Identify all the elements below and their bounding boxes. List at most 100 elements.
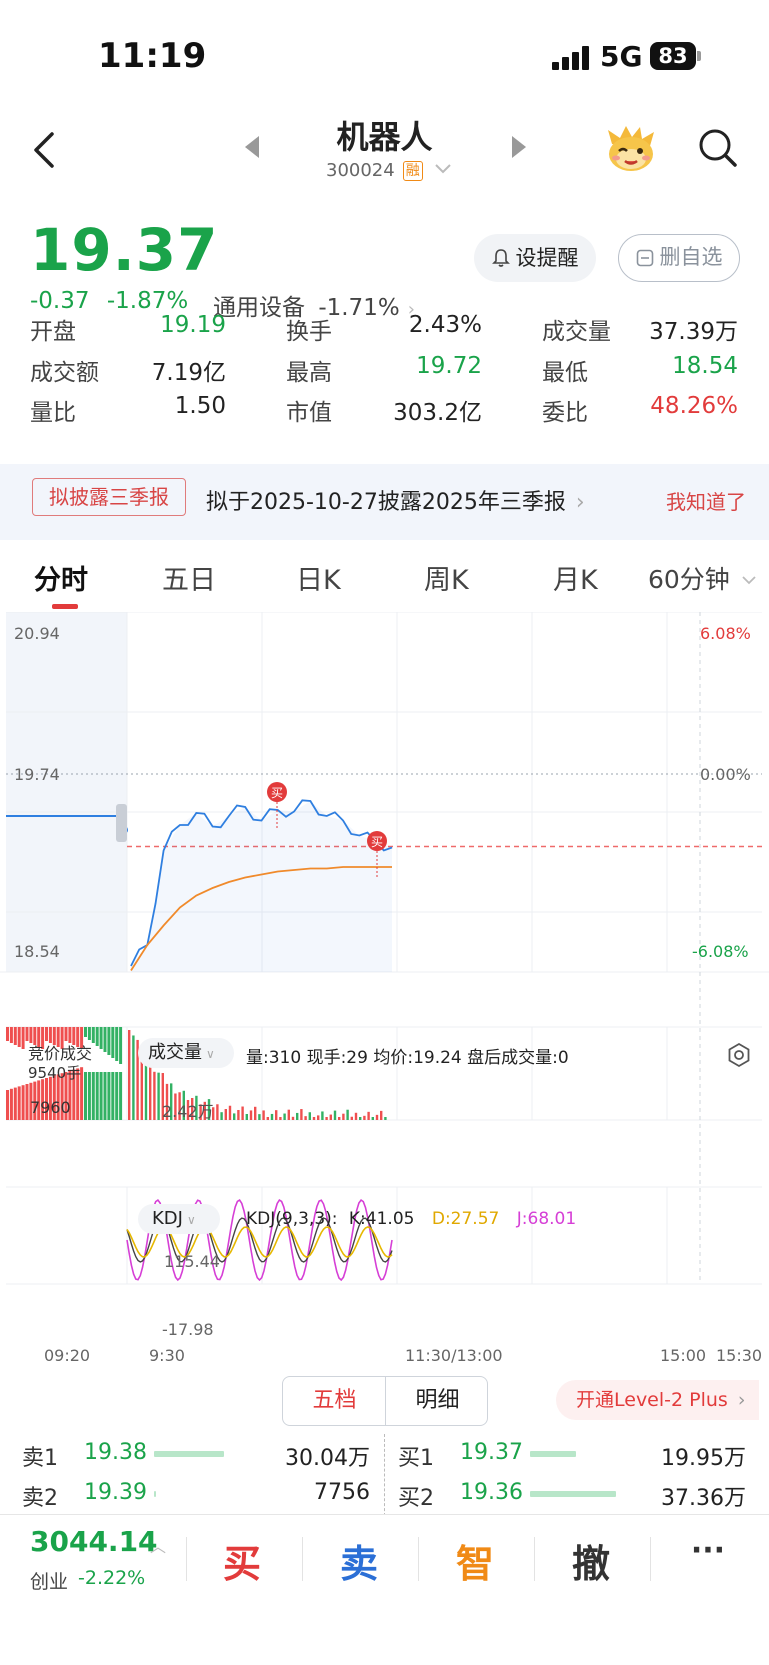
volume-bar bbox=[249, 1110, 253, 1120]
volume-bar bbox=[312, 1117, 316, 1120]
earnings-notice[interactable]: 拟披露三季报 拟于2025-10-27披露2025年三季报 › 我知道了 bbox=[0, 464, 769, 540]
tab-trade-details[interactable]: 明细 bbox=[386, 1377, 489, 1425]
cancel-order-button[interactable]: 撤 bbox=[541, 1533, 641, 1588]
search-icon[interactable] bbox=[698, 128, 738, 168]
auction-bar-up bbox=[6, 1027, 9, 1041]
buy-level-bar bbox=[530, 1491, 616, 1497]
volume-bar bbox=[333, 1110, 337, 1120]
auction-bar-up bbox=[13, 1087, 17, 1120]
volume-bar bbox=[359, 1117, 362, 1120]
stat-value: 19.19 bbox=[160, 312, 226, 338]
tab-weekly-k[interactable]: 周K bbox=[424, 558, 469, 597]
tab-daily-k[interactable]: 日K bbox=[296, 558, 341, 597]
buy-level-volume: 19.95万 bbox=[661, 1446, 746, 1471]
level2-label: 开通Level-2 Plus bbox=[576, 1389, 728, 1411]
buy-level-row[interactable]: 买1 19.37 19.95万 bbox=[398, 1440, 746, 1471]
remove-watchlist-button[interactable]: 删自选 bbox=[618, 234, 740, 282]
stat-label: 换手 bbox=[286, 319, 332, 345]
chart-area[interactable]: 买买 20.94 19.74 18.54 6.08% 0.00% -6.08% … bbox=[0, 612, 769, 1372]
buy-button[interactable]: 买 bbox=[192, 1533, 292, 1588]
status-bar: 11:19 5G 83 bbox=[0, 0, 769, 110]
stock-code-line[interactable]: 300024 融 bbox=[326, 160, 452, 181]
notice-text[interactable]: 拟于2025-10-27披露2025年三季报 › bbox=[206, 484, 585, 516]
chevron-down-icon bbox=[742, 576, 756, 585]
stat-item: 市值 303.2亿 bbox=[286, 393, 482, 426]
active-tab-indicator bbox=[52, 604, 78, 609]
auction-bar-down bbox=[87, 1027, 91, 1040]
more-button[interactable]: ··· bbox=[658, 1533, 758, 1568]
volume-bar bbox=[270, 1113, 274, 1120]
volume-bar bbox=[346, 1109, 349, 1120]
chart-tabs: 分时 五日 日K 周K 月K 60分钟 bbox=[0, 548, 769, 612]
volume-bar bbox=[300, 1109, 303, 1120]
auction-bar-down bbox=[84, 1027, 87, 1037]
kdj-axis-bottom: -17.98 bbox=[162, 1320, 214, 1339]
index-value: 3044.14 bbox=[30, 1525, 158, 1558]
tab-five-day[interactable]: 五日 bbox=[162, 558, 216, 597]
sell-level-price: 19.39 bbox=[84, 1480, 147, 1505]
volume-bar bbox=[363, 1115, 366, 1120]
volume-bar bbox=[224, 1109, 227, 1120]
volume-bar bbox=[258, 1114, 261, 1120]
time-label: 15:30 bbox=[716, 1346, 763, 1365]
smart-trade-button[interactable]: 智 bbox=[425, 1533, 525, 1588]
kdj-k-value: K:41.05 bbox=[348, 1209, 415, 1229]
dismiss-notice-button[interactable]: 我知道了 bbox=[666, 486, 746, 515]
volume-bar bbox=[266, 1117, 269, 1120]
bell-icon bbox=[491, 249, 510, 267]
sell-level-volume: 30.04万 bbox=[285, 1446, 370, 1471]
volume-bar bbox=[149, 1059, 152, 1120]
tab-monthly-k[interactable]: 月K bbox=[553, 558, 598, 597]
auction-bar-up bbox=[17, 1086, 21, 1120]
volume-bar bbox=[287, 1109, 290, 1120]
kdj-indicator-select[interactable]: KDJ ∨ bbox=[138, 1204, 220, 1234]
volume-bar bbox=[220, 1112, 223, 1120]
buy-level-label: 买2 bbox=[398, 1486, 434, 1511]
sell-level-bar bbox=[154, 1491, 156, 1497]
volume-bar bbox=[153, 1071, 156, 1120]
stock-header: 机器人 300024 融 bbox=[0, 110, 769, 200]
mascot-icon[interactable] bbox=[604, 124, 658, 174]
sell-button[interactable]: 卖 bbox=[309, 1533, 409, 1588]
tab-intraday[interactable]: 分时 bbox=[34, 558, 88, 597]
last-price: 19.37 bbox=[30, 216, 219, 284]
order-book-toggle: 五档 明细 bbox=[282, 1376, 488, 1426]
sell-level-row[interactable]: 卖2 19.39 7756 bbox=[22, 1480, 370, 1511]
auction-bar-down bbox=[107, 1072, 111, 1120]
notice-tag: 拟披露三季报 bbox=[32, 478, 186, 516]
action-separator bbox=[302, 1537, 303, 1581]
network-label: 5G bbox=[600, 40, 643, 73]
volume-bar bbox=[254, 1106, 257, 1120]
volume-bar bbox=[304, 1116, 307, 1120]
intraday-chart[interactable]: 买买 bbox=[0, 612, 769, 1372]
set-alert-button[interactable]: 设提醒 bbox=[474, 234, 596, 282]
sell-level-row[interactable]: 卖1 19.38 30.04万 bbox=[22, 1440, 370, 1471]
change-amount: -0.37 bbox=[30, 288, 90, 314]
volume-bar bbox=[375, 1114, 379, 1120]
auction-bar-down bbox=[87, 1072, 91, 1120]
volume-bar bbox=[228, 1105, 232, 1120]
level2-upgrade-button[interactable]: 开通Level-2 Plus › bbox=[556, 1380, 760, 1420]
stat-item: 最低 18.54 bbox=[542, 353, 738, 386]
auction-bar-up bbox=[64, 1027, 68, 1041]
price-axis-mid: 19.74 bbox=[14, 765, 60, 784]
volume-indicator-select[interactable]: 成交量 ∨ bbox=[138, 1038, 234, 1068]
stat-item: 量比 1.50 bbox=[30, 393, 226, 426]
settings-icon[interactable] bbox=[726, 1042, 752, 1068]
chevron-down-icon bbox=[435, 164, 452, 174]
volume-bar bbox=[283, 1113, 286, 1120]
volume-bar bbox=[371, 1117, 374, 1120]
auction-bar-down bbox=[95, 1027, 99, 1046]
auction-bar-up bbox=[9, 1088, 13, 1120]
buy-level-row[interactable]: 买2 19.36 37.36万 bbox=[398, 1480, 746, 1511]
next-stock-icon[interactable] bbox=[512, 136, 526, 158]
tab-60-minute[interactable]: 60分钟 bbox=[648, 560, 756, 596]
tab-60-minute-label: 60分钟 bbox=[648, 565, 730, 594]
set-alert-label: 设提醒 bbox=[515, 246, 579, 270]
buy-level-price: 19.37 bbox=[460, 1440, 523, 1465]
kdj-j-value: J:68.01 bbox=[516, 1209, 577, 1229]
stat-item: 成交量 37.39万 bbox=[542, 312, 738, 345]
stat-value: 303.2亿 bbox=[393, 400, 482, 426]
auction-bar-up bbox=[6, 1090, 9, 1120]
tab-five-levels[interactable]: 五档 bbox=[283, 1377, 386, 1425]
